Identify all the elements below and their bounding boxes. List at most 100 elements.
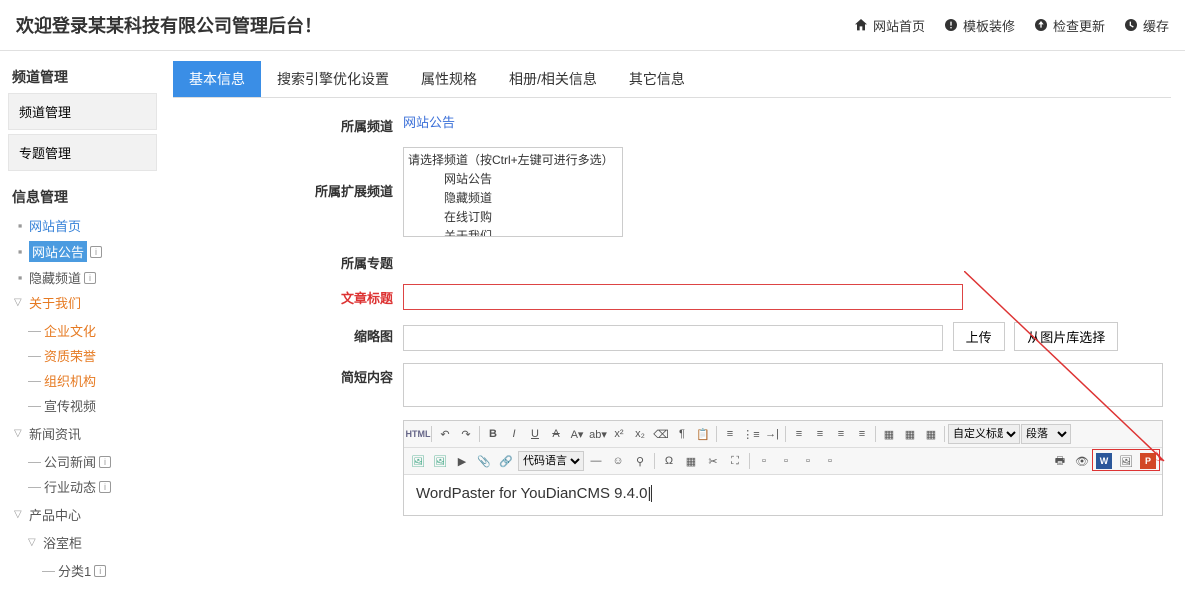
redo-icon[interactable]: ↷: [456, 424, 476, 444]
tree-company-news[interactable]: 公司新闻: [44, 452, 96, 471]
extra2-icon[interactable]: ▫: [776, 451, 796, 471]
indent-icon[interactable]: →|: [762, 424, 782, 444]
tree-industry[interactable]: 行业动态: [44, 477, 96, 496]
template-icon[interactable]: ▦: [681, 451, 701, 471]
nav-cache[interactable]: 缓存: [1123, 16, 1169, 35]
table-icon[interactable]: ▦: [879, 424, 899, 444]
select-option[interactable]: 网站公告: [404, 169, 622, 188]
print-icon[interactable]: 🖶: [1050, 451, 1070, 471]
strike-icon[interactable]: A: [546, 424, 566, 444]
template-icon: [943, 17, 959, 33]
upload-button[interactable]: 上传: [953, 322, 1005, 351]
gallery-button[interactable]: 从图片库选择: [1014, 322, 1118, 351]
subscript-icon[interactable]: x₂: [630, 424, 650, 444]
select-option[interactable]: 隐藏频道: [404, 188, 622, 207]
welcome-title: 欢迎登录某某科技有限公司管理后台！: [16, 12, 322, 38]
select-option[interactable]: 请选择频道（按Ctrl+左键可进行多选）: [404, 150, 622, 169]
info-icon[interactable]: i: [99, 481, 111, 493]
nav-template[interactable]: 模板装修: [943, 16, 1015, 35]
tree-home[interactable]: 网站首页: [29, 216, 81, 235]
emotion-icon[interactable]: ☺: [608, 451, 628, 471]
tree-honor[interactable]: 资质荣誉: [44, 346, 96, 365]
channel-mgmt-button[interactable]: 频道管理: [8, 93, 157, 130]
ext-channel-select[interactable]: 请选择频道（按Ctrl+左键可进行多选） 网站公告 隐藏频道 在线订购 关于我们…: [403, 147, 623, 237]
tab-album[interactable]: 相册/相关信息: [493, 61, 613, 97]
undo-icon[interactable]: ↶: [435, 424, 455, 444]
tree-culture[interactable]: 企业文化: [44, 321, 96, 340]
custom-heading-select[interactable]: 自定义标题: [948, 424, 1020, 444]
ol-icon[interactable]: ≡: [720, 424, 740, 444]
align-right-icon[interactable]: ≡: [831, 424, 851, 444]
bg-color-icon[interactable]: ab▾: [588, 424, 608, 444]
map-icon[interactable]: ⚲: [630, 451, 650, 471]
tree-video[interactable]: 宣传视频: [44, 396, 96, 415]
editor-body[interactable]: WordPaster for YouDianCMS 9.4.0|: [404, 475, 1162, 515]
tree-toggle[interactable]: ▽: [14, 297, 26, 308]
video-icon[interactable]: ▶: [452, 451, 472, 471]
align-left-icon[interactable]: ≡: [789, 424, 809, 444]
font-color-icon[interactable]: A▾: [567, 424, 587, 444]
tree-hidden[interactable]: 隐藏频道: [29, 268, 81, 287]
bold-icon[interactable]: B: [483, 424, 503, 444]
underline-icon[interactable]: U: [525, 424, 545, 444]
clear-format-icon[interactable]: ⌫: [651, 424, 671, 444]
tree-announce[interactable]: 网站公告: [29, 241, 87, 262]
info-icon[interactable]: i: [99, 456, 111, 468]
attach-icon[interactable]: 📎: [474, 451, 494, 471]
paragraph-select[interactable]: 段落: [1021, 424, 1071, 444]
table3-icon[interactable]: ▦: [921, 424, 941, 444]
extra1-icon[interactable]: ▫: [754, 451, 774, 471]
tree-cat1[interactable]: 分类1: [58, 561, 91, 580]
tree-news[interactable]: 新闻资讯: [29, 424, 81, 443]
ppt-paste-icon[interactable]: P: [1138, 451, 1158, 471]
channel-value-link[interactable]: 网站公告: [403, 115, 455, 130]
image-paste-icon[interactable]: 🖼: [1116, 451, 1136, 471]
title-input[interactable]: [403, 284, 963, 310]
preview-icon[interactable]: 👁: [1072, 451, 1092, 471]
spechar-icon[interactable]: Ω: [659, 451, 679, 471]
italic-icon[interactable]: I: [504, 424, 524, 444]
autotypeset-icon[interactable]: ¶: [672, 424, 692, 444]
superscript-icon[interactable]: x²: [609, 424, 629, 444]
extra3-icon[interactable]: ▫: [798, 451, 818, 471]
tree-about[interactable]: 关于我们: [29, 293, 81, 312]
tab-seo[interactable]: 搜索引擎优化设置: [261, 61, 405, 97]
tab-basic[interactable]: 基本信息: [173, 61, 261, 97]
tab-attr[interactable]: 属性规格: [405, 61, 493, 97]
html-source-icon[interactable]: HTML: [408, 424, 428, 444]
select-option[interactable]: 关于我们: [404, 226, 622, 237]
image-icon[interactable]: 🖼: [408, 451, 428, 471]
align-center-icon[interactable]: ≡: [810, 424, 830, 444]
multi-image-icon[interactable]: 🖼: [430, 451, 450, 471]
fullscreen-icon[interactable]: ⛶: [725, 451, 745, 471]
info-icon[interactable]: i: [84, 272, 96, 284]
tree-toggle[interactable]: ▽: [14, 428, 26, 439]
tree-toggle[interactable]: ▽: [14, 509, 26, 520]
tree-toggle[interactable]: ▽: [28, 537, 40, 548]
table2-icon[interactable]: ▦: [900, 424, 920, 444]
snapscreen-icon[interactable]: ✂: [703, 451, 723, 471]
nav-home[interactable]: 网站首页: [853, 16, 925, 35]
nav-update[interactable]: 检查更新: [1033, 16, 1105, 35]
tree-products[interactable]: 产品中心: [29, 505, 81, 524]
brief-textarea[interactable]: [403, 363, 1163, 407]
info-icon[interactable]: i: [94, 565, 106, 577]
hr-icon[interactable]: —: [586, 451, 606, 471]
ul-icon[interactable]: ⋮≡: [741, 424, 761, 444]
main: 频道管理 频道管理 专题管理 信息管理 ▪网站首页 ▪网站公告i ▪隐藏频道i …: [0, 51, 1185, 609]
tab-other[interactable]: 其它信息: [613, 61, 701, 97]
align-justify-icon[interactable]: ≡: [852, 424, 872, 444]
info-icon[interactable]: i: [90, 246, 102, 258]
code-lang-select[interactable]: 代码语言: [518, 451, 584, 471]
link-icon[interactable]: 🔗: [496, 451, 516, 471]
word-paste-icon[interactable]: W: [1094, 451, 1114, 471]
topic-mgmt-button[interactable]: 专题管理: [8, 134, 157, 171]
tree-org[interactable]: 组织机构: [44, 371, 96, 390]
thumb-input[interactable]: [403, 325, 943, 351]
select-option[interactable]: 在线订购: [404, 207, 622, 226]
tree-bathroom[interactable]: 浴室柜: [43, 533, 82, 552]
title-label: 文章标题: [173, 284, 403, 307]
pasteplain-icon[interactable]: 📋: [693, 424, 713, 444]
extra4-icon[interactable]: ▫: [820, 451, 840, 471]
topic-label: 所属专题: [173, 249, 403, 272]
